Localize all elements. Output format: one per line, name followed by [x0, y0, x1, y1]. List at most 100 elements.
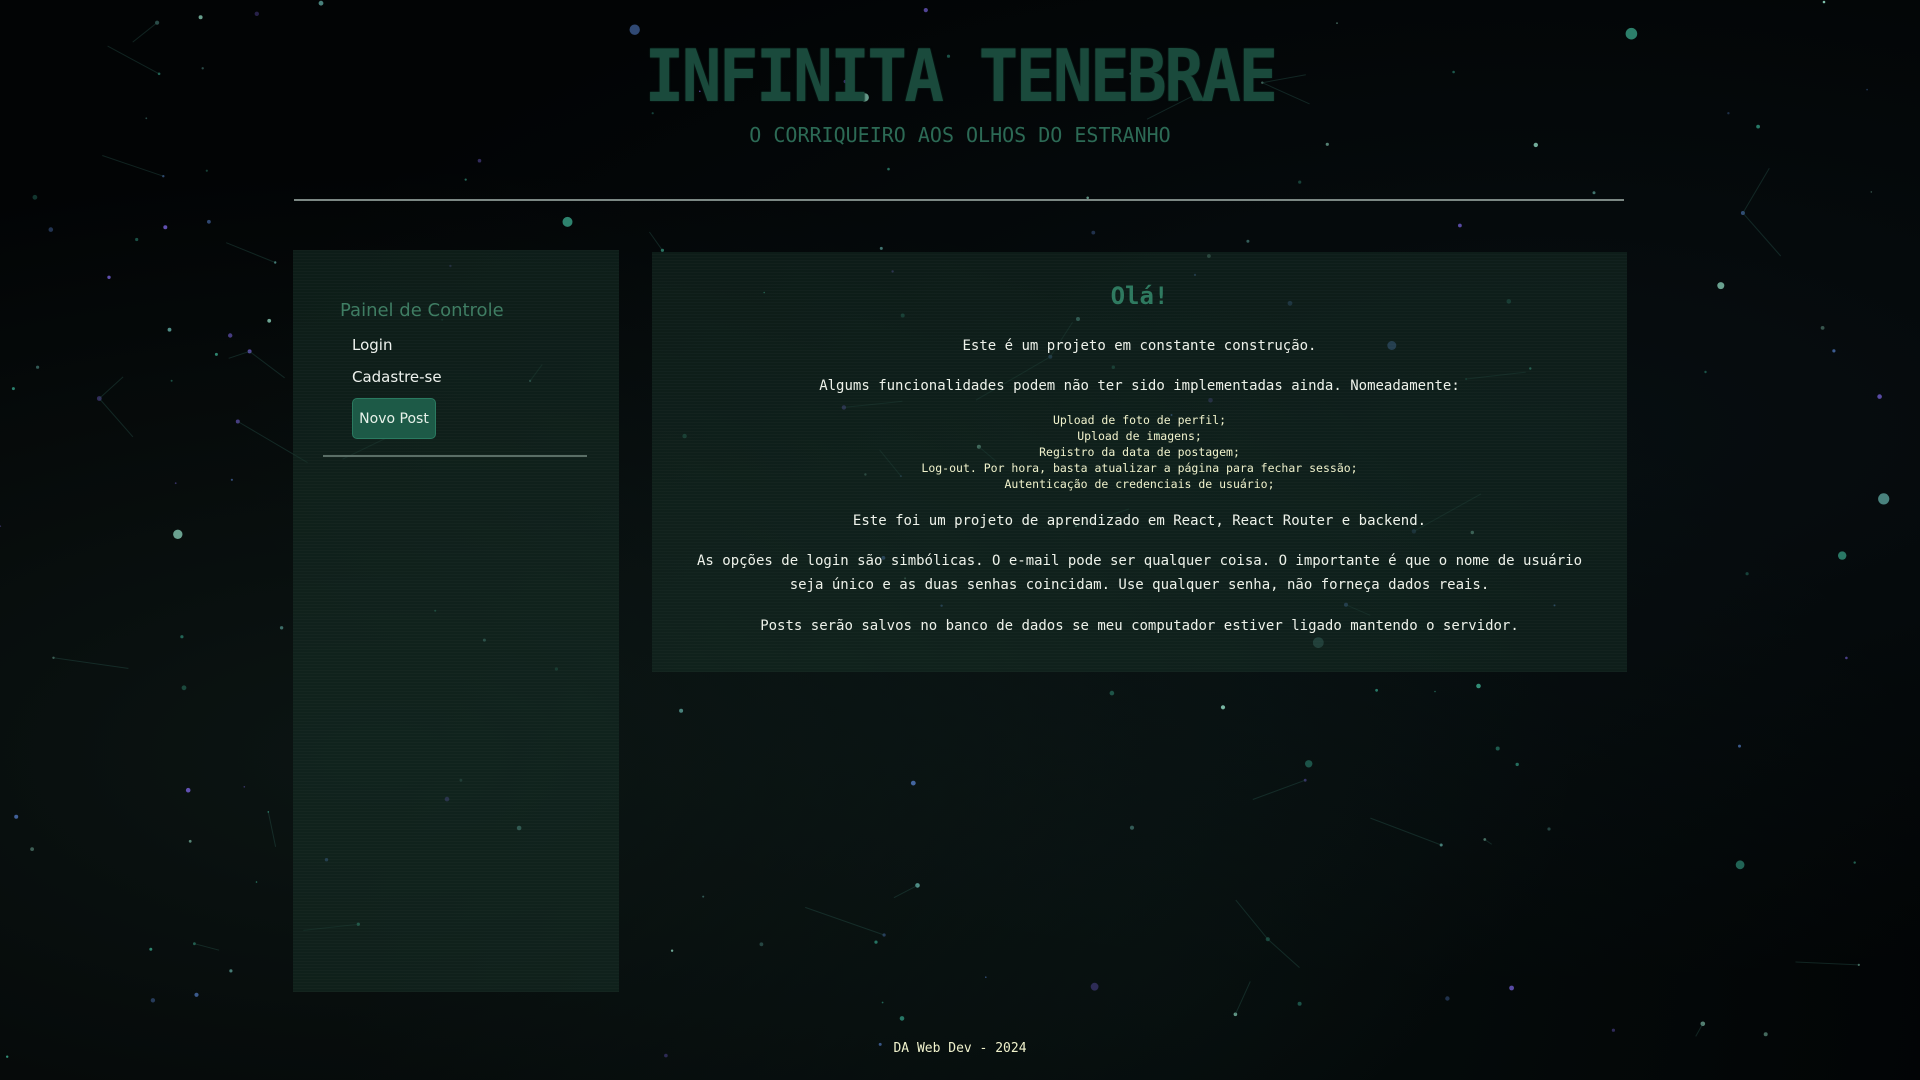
feature-item: Upload de foto de perfil; — [1052, 413, 1227, 427]
star — [229, 969, 233, 973]
feature-item: Log-out. Por hora, basta atualizar a pág… — [921, 461, 1358, 475]
feature-item: Autenticação de credenciais de usuário; — [1004, 477, 1275, 491]
star — [1700, 1021, 1706, 1027]
star — [1434, 690, 1436, 693]
star — [882, 933, 886, 937]
pending-features-list: Upload de foto de perfil; Upload de imag… — [652, 412, 1627, 492]
server-note: Posts serão salvos no banco de dados se … — [760, 618, 1519, 634]
star — [1458, 223, 1462, 228]
star — [1857, 963, 1860, 967]
star — [1090, 982, 1099, 991]
star — [1305, 760, 1313, 768]
star — [135, 237, 139, 242]
star — [36, 365, 40, 369]
star-link — [267, 811, 277, 847]
star — [235, 419, 240, 424]
star — [0, 525, 2, 527]
star — [267, 318, 272, 323]
star — [1838, 551, 1847, 560]
star-link — [194, 943, 220, 951]
login-note: As opções de login são simbólicas. O e-m… — [696, 553, 1582, 593]
star-link — [1742, 168, 1770, 214]
features-intro-text: Algums funcionalidades podem não ter sid… — [819, 378, 1460, 394]
star-link — [1267, 938, 1300, 968]
star — [1735, 860, 1745, 870]
star — [1745, 572, 1749, 576]
star — [30, 847, 34, 851]
star — [107, 275, 111, 279]
star-link — [1795, 961, 1859, 966]
star-link — [1370, 817, 1442, 846]
star — [887, 167, 890, 171]
star-link — [1484, 839, 1492, 845]
sidebar-divider — [323, 455, 587, 457]
star — [181, 685, 187, 691]
star — [562, 216, 573, 227]
star — [149, 947, 153, 951]
star — [11, 387, 15, 391]
star — [1476, 683, 1481, 689]
login-link[interactable]: Login — [352, 336, 392, 354]
star — [1445, 996, 1450, 1001]
star-link — [893, 884, 918, 899]
sidebar: Painel de Controle Login Cadastre-se Nov… — [293, 250, 619, 992]
star — [702, 895, 705, 898]
star-link — [1234, 981, 1251, 1015]
star-link — [98, 398, 134, 438]
site-title: INFINITA TENEBRAE — [644, 34, 1278, 118]
star — [1483, 838, 1487, 841]
star — [1129, 825, 1135, 830]
star — [228, 333, 233, 338]
star — [205, 169, 208, 172]
star — [1870, 191, 1873, 193]
star — [1375, 688, 1378, 692]
star — [1592, 191, 1596, 195]
star-link — [805, 906, 885, 936]
star — [255, 881, 258, 883]
star — [679, 708, 684, 713]
star — [1246, 239, 1250, 243]
star — [48, 227, 54, 232]
star — [985, 976, 987, 978]
star — [874, 940, 878, 944]
star — [1877, 394, 1882, 399]
star-link — [53, 657, 129, 669]
star — [910, 780, 916, 786]
star — [167, 327, 172, 332]
star — [1845, 656, 1848, 660]
star-link — [249, 351, 285, 379]
star — [1704, 370, 1707, 374]
signup-link[interactable]: Cadastre-se — [352, 368, 442, 386]
star-link — [1695, 1023, 1704, 1037]
feature-item: Registro da data de postagem; — [1039, 445, 1240, 459]
star — [96, 396, 102, 401]
learning-note: Este foi um projeto de aprendizado em Re… — [852, 513, 1427, 529]
star-link — [1252, 779, 1306, 800]
sidebar-heading: Painel de Controle — [340, 300, 504, 321]
star — [1853, 861, 1856, 864]
star — [230, 478, 233, 481]
feature-item: Upload de imagens; — [1077, 429, 1202, 443]
star — [14, 814, 19, 819]
star — [1298, 180, 1302, 184]
star — [214, 352, 218, 356]
star — [150, 998, 156, 1003]
star — [185, 787, 191, 793]
star — [267, 811, 270, 813]
star — [464, 178, 467, 181]
new-post-button[interactable]: Novo Post — [352, 398, 436, 439]
site-footer: DA Web Dev - 2024 — [893, 1041, 1027, 1056]
star — [1740, 211, 1745, 215]
star — [1878, 493, 1890, 505]
star — [180, 635, 184, 639]
star — [193, 942, 196, 946]
star — [163, 225, 168, 230]
star — [1763, 1032, 1768, 1037]
star — [915, 883, 920, 888]
star — [1547, 827, 1551, 831]
star-link — [1742, 212, 1782, 257]
site-header: INFINITA TENEBRAE O CORRIQUEIRO AOS OLHO… — [0, 0, 1920, 160]
star — [1738, 744, 1741, 748]
header-divider — [294, 199, 1624, 201]
star — [1515, 762, 1519, 767]
